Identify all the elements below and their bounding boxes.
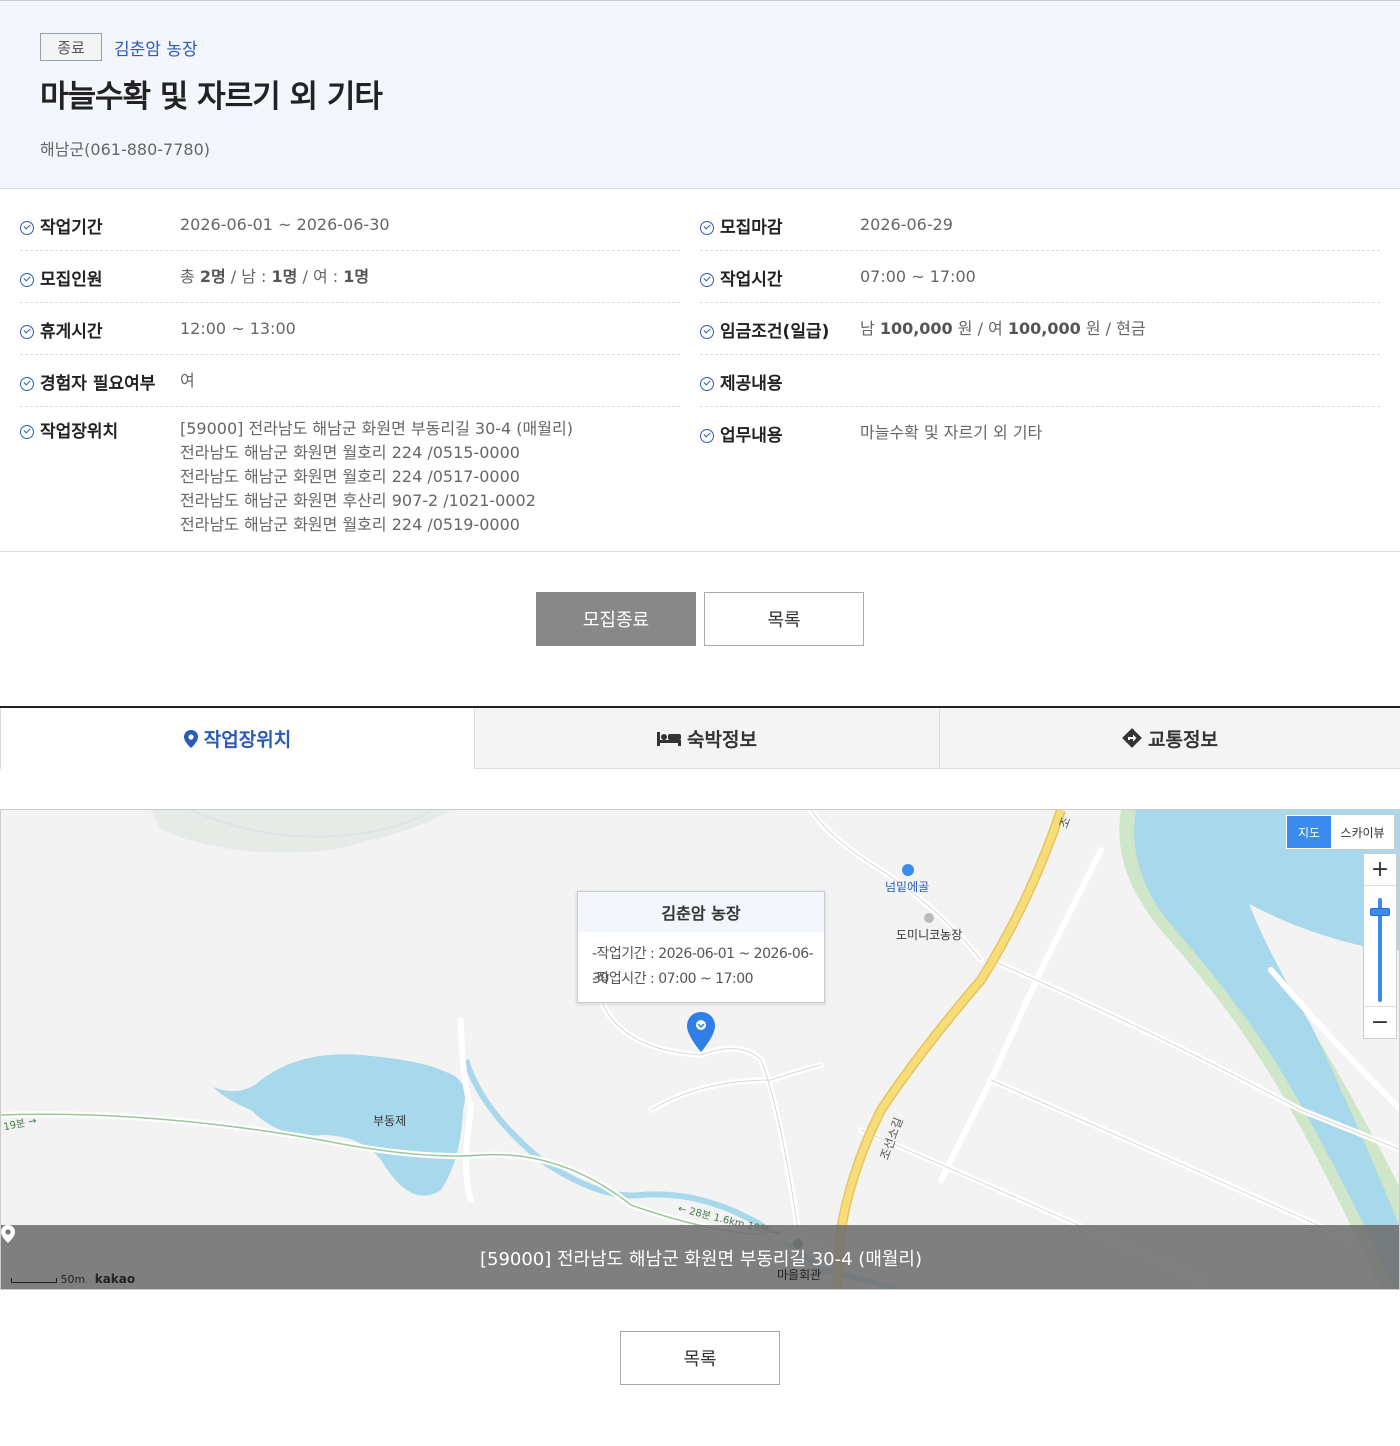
check-circle-icon xyxy=(20,424,34,439)
map-type-skyview-button[interactable]: 스카이뷰 xyxy=(1331,824,1394,841)
info-window-hours: -작업시간 : 07:00 ~ 17:00 xyxy=(592,971,754,987)
info-row-break: 휴게시간 12:00 ~ 13:00 xyxy=(20,317,680,355)
scale-text: 50m xyxy=(60,1273,86,1286)
map-address-bar: [59000] 전라남도 해남군 화원면 부동리길 30-4 (매월리) xyxy=(1,1225,1399,1289)
zoom-out-button[interactable]: − xyxy=(1364,1006,1396,1038)
break-label: 휴게시간 xyxy=(40,322,103,342)
job-header: 종료 김춘암 농장 마늘수확 및 자르기 외 기타 해남군(061-880-77… xyxy=(0,0,1400,189)
tab-location-label: 작업장위치 xyxy=(203,729,292,751)
location-label: 작업장위치 xyxy=(40,422,119,442)
page-title: 마늘수확 및 자르기 외 기타 xyxy=(40,79,383,115)
bed-icon xyxy=(657,732,682,746)
contact-info: 해남군(061-880-7780) xyxy=(40,140,210,159)
experience-label: 경험자 필요여부 xyxy=(40,374,156,394)
deadline-label: 모집마감 xyxy=(720,218,783,238)
recruit-label: 모집인원 xyxy=(40,270,103,290)
map-label-place1: 넘밑에골 xyxy=(885,880,930,894)
duty-label: 업무내용 xyxy=(720,426,783,446)
location-line: 전라남도 해남군 화원면 월호리 224 /0519-0000 xyxy=(180,515,520,534)
recruit-closed-button[interactable]: 모집종료 xyxy=(536,592,696,646)
wage-value: 남 100,000 원 / 여 100,000 원 / 현금 xyxy=(860,319,1146,338)
divider xyxy=(0,551,1400,552)
info-window-period: -작업기간 : 2026-06-01 ~ 2026-06-30 xyxy=(592,946,814,987)
check-circle-icon xyxy=(700,376,714,391)
tab-transport-label: 교통정보 xyxy=(1148,728,1218,751)
list-button[interactable]: 목록 xyxy=(704,592,864,646)
info-row-provided: 제공내용 xyxy=(700,369,1380,407)
check-circle-icon xyxy=(20,220,34,235)
map-label-hall: 마을회관 xyxy=(777,1268,822,1282)
hours-value: 07:00 ~ 17:00 xyxy=(860,267,976,286)
map-type-map-button[interactable]: 지도 xyxy=(1287,816,1331,848)
zoom-in-button[interactable]: + xyxy=(1364,854,1396,886)
zoom-control: + − xyxy=(1363,853,1397,1039)
location-list: [59000] 전라남도 해남군 화원면 부동리길 30-4 (매월리) 전라남… xyxy=(180,417,573,537)
info-window-title: 김춘암 농장 xyxy=(578,892,824,932)
wage-label: 임금조건(일급) xyxy=(720,322,830,342)
location-pin-icon xyxy=(183,729,198,748)
info-row-deadline: 모집마감 2026-06-29 xyxy=(700,213,1380,251)
tab-transport[interactable]: 교통정보 xyxy=(939,708,1400,769)
status-badge: 종료 xyxy=(40,33,102,61)
info-row-period: 작업기간 2026-06-01 ~ 2026-06-30 xyxy=(20,213,680,251)
map-info-window: 김춘암 농장 -작업기간 : 2026-06-01 ~ 2026-06-30 -… xyxy=(577,891,825,1003)
info-row-recruit: 모집인원 총 2명 / 남 : 1명 / 여 : 1명 xyxy=(20,265,680,303)
period-value: 2026-06-01 ~ 2026-06-30 xyxy=(180,215,390,234)
location-line: 전라남도 해남군 화원면 월호리 224 /0517-0000 xyxy=(180,467,520,486)
location-line: [59000] 전라남도 해남군 화원면 부동리길 30-4 (매월리) xyxy=(180,419,573,438)
map-address-text: [59000] 전라남도 해남군 화원면 부동리길 30-4 (매월리) xyxy=(479,1249,923,1270)
list-button-bottom[interactable]: 목록 xyxy=(620,1331,780,1385)
tab-lodging-label: 숙박정보 xyxy=(687,728,757,751)
location-pin-icon xyxy=(1,1225,15,1243)
info-row-experience: 경험자 필요여부 여 xyxy=(20,369,680,407)
check-circle-icon xyxy=(20,272,34,287)
experience-value: 여 xyxy=(180,371,195,390)
check-circle-icon xyxy=(700,428,714,443)
recruit-value: 총 2명 / 남 : 1명 / 여 : 1명 xyxy=(180,267,370,286)
period-label: 작업기간 xyxy=(40,218,103,238)
duty-value: 마늘수확 및 자르기 외 기타 xyxy=(860,423,1043,442)
scale-bar xyxy=(11,1277,57,1283)
provided-label: 제공내용 xyxy=(720,374,783,394)
map-label-place2: 도미니코농장 xyxy=(896,928,963,942)
location-line: 전라남도 해남군 화원면 후산리 907-2 /1021-0002 xyxy=(180,491,536,510)
info-row-location: 작업장위치 [59000] 전라남도 해남군 화원면 부동리길 30-4 (매월… xyxy=(20,417,680,547)
map-label-reservoir: 부동제 xyxy=(373,1114,407,1128)
farm-name: 김춘암 농장 xyxy=(114,40,198,60)
deadline-value: 2026-06-29 xyxy=(860,215,953,234)
check-circle-icon xyxy=(700,272,714,287)
check-circle-icon xyxy=(700,324,714,339)
check-circle-icon xyxy=(20,324,34,339)
check-circle-icon xyxy=(20,376,34,391)
direction-sign-icon xyxy=(1122,728,1142,748)
info-row-duty: 업무내용 마늘수확 및 자르기 외 기타 xyxy=(700,421,1380,461)
hours-label: 작업시간 xyxy=(720,270,783,290)
map-scale: 50m kakao xyxy=(11,1272,135,1286)
tab-location[interactable]: 작업장위치 xyxy=(0,708,474,769)
info-tabs: 작업장위치 숙박정보 교통정보 xyxy=(0,706,1400,769)
zoom-slider-handle[interactable] xyxy=(1370,908,1390,916)
location-line: 전라남도 해남군 화원면 월호리 224 /0515-0000 xyxy=(180,443,520,462)
tab-lodging[interactable]: 숙박정보 xyxy=(474,708,939,769)
location-map[interactable]: 부동제 넘밑에골 도미니코농장 조선소길 조 19분 → ← 28분 1.6km… xyxy=(0,809,1400,1290)
check-circle-icon xyxy=(700,220,714,235)
break-value: 12:00 ~ 13:00 xyxy=(180,319,296,338)
kakao-logo: kakao xyxy=(94,1272,136,1286)
info-row-wage: 임금조건(일급) 남 100,000 원 / 여 100,000 원 / 현금 xyxy=(700,317,1380,355)
info-row-hours: 작업시간 07:00 ~ 17:00 xyxy=(700,265,1380,303)
map-type-toggle: 지도 스카이뷰 xyxy=(1285,814,1395,850)
